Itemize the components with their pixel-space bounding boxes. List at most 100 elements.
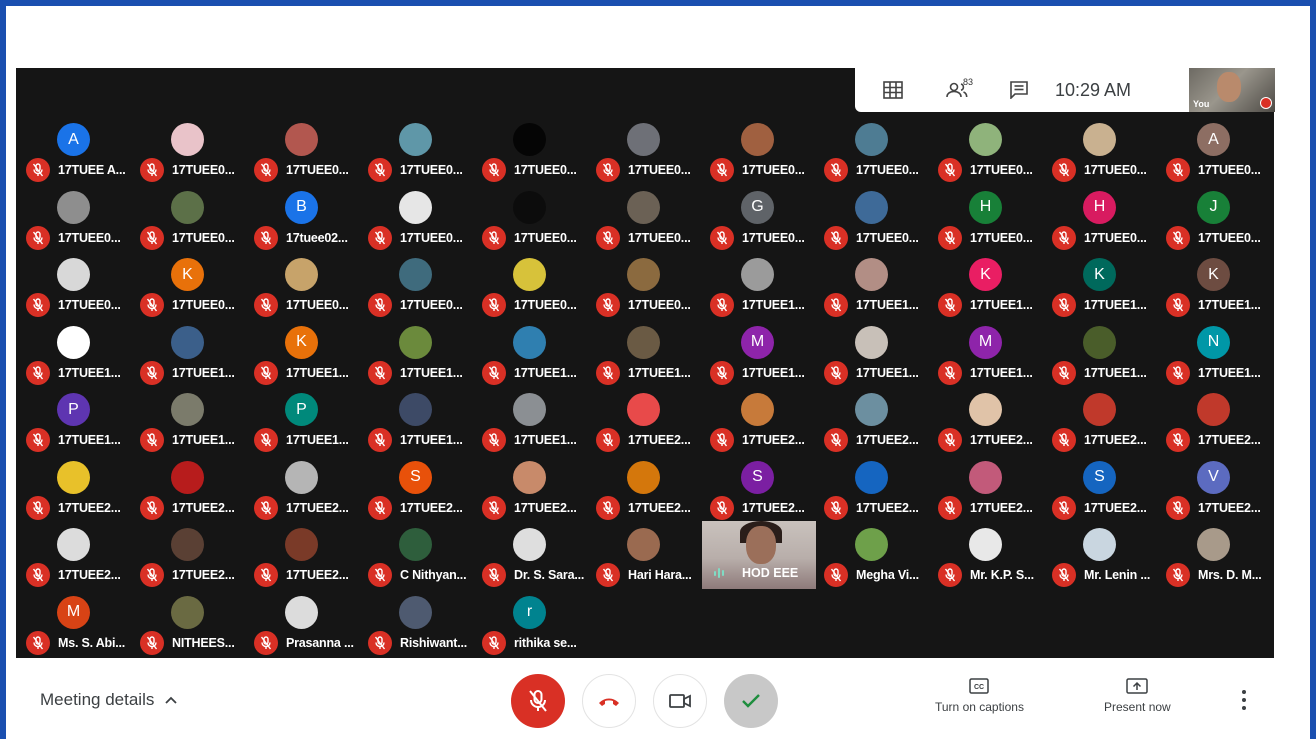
participant-tile[interactable]: Dr. S. Sara... — [472, 523, 586, 589]
participant-tile[interactable]: 17TUEE2... — [1156, 388, 1270, 454]
meeting-details-button[interactable]: Meeting details — [40, 690, 178, 710]
participant-tile[interactable]: M 17TUEE1... — [700, 321, 814, 387]
participant-tile[interactable]: 17TUEE2... — [814, 388, 928, 454]
participant-tile[interactable]: 17TUEE0... — [130, 186, 244, 252]
participant-tile[interactable]: V 17TUEE2... — [1156, 456, 1270, 522]
present-now-button[interactable]: Present now — [1104, 678, 1171, 714]
grid-icon[interactable] — [873, 68, 913, 112]
participant-tile[interactable]: 17TUEE0... — [472, 186, 586, 252]
participant-tile[interactable]: K 17TUEE1... — [928, 253, 1042, 319]
self-video-tile[interactable]: You — [1189, 68, 1275, 112]
participant-tile[interactable]: 17TUEE2... — [928, 388, 1042, 454]
participant-tile[interactable]: 17TUEE2... — [1042, 388, 1156, 454]
participant-tile[interactable]: 17TUEE1... — [358, 388, 472, 454]
participant-tile[interactable]: Hari Hara... — [586, 523, 700, 589]
participant-tile[interactable]: NITHEES... — [130, 591, 244, 657]
participant-tile[interactable]: 17TUEE0... — [700, 118, 814, 184]
participant-tile[interactable]: M Ms. S. Abi... — [16, 591, 130, 657]
participant-tile[interactable]: 17TUEE2... — [130, 456, 244, 522]
participant-name: Mrs. D. M... — [1198, 568, 1262, 582]
participant-tile[interactable]: 17TUEE0... — [586, 186, 700, 252]
participant-tile[interactable]: 17TUEE2... — [244, 523, 358, 589]
participant-tile[interactable]: 17TUEE0... — [586, 253, 700, 319]
participant-tile[interactable]: 17TUEE1... — [586, 321, 700, 387]
participant-tile[interactable]: 17TUEE2... — [928, 456, 1042, 522]
participant-tile[interactable]: Rishiwant... — [358, 591, 472, 657]
participant-tile[interactable]: S 17TUEE2... — [358, 456, 472, 522]
participant-tile[interactable]: 17TUEE0... — [472, 118, 586, 184]
participant-tile[interactable]: 17TUEE0... — [358, 253, 472, 319]
participant-tile[interactable]: 17TUEE1... — [358, 321, 472, 387]
participant-tile[interactable]: J 17TUEE0... — [1156, 186, 1270, 252]
avatar — [285, 123, 318, 156]
participant-tile[interactable]: 17TUEE0... — [472, 253, 586, 319]
leave-call-button[interactable] — [582, 674, 636, 728]
participant-tile[interactable]: 17TUEE0... — [244, 253, 358, 319]
participant-tile[interactable]: 17TUEE1... — [700, 253, 814, 319]
participant-tile[interactable]: A 17TUEE0... — [1156, 118, 1270, 184]
participant-tile[interactable]: 17TUEE1... — [472, 388, 586, 454]
participant-tile[interactable]: Mr. K.P. S... — [928, 523, 1042, 589]
participant-name: 17TUEE0... — [400, 298, 463, 312]
participant-tile[interactable]: H 17TUEE0... — [928, 186, 1042, 252]
chat-icon[interactable] — [999, 68, 1039, 112]
participant-tile[interactable]: 17TUEE2... — [586, 388, 700, 454]
participant-tile[interactable]: K 17TUEE1... — [1156, 253, 1270, 319]
participant-tile[interactable]: A 17TUEE A... — [16, 118, 130, 184]
participant-tile[interactable]: 17TUEE1... — [16, 321, 130, 387]
participant-tile[interactable]: 17TUEE0... — [814, 118, 928, 184]
participant-tile[interactable]: 17TUEE0... — [586, 118, 700, 184]
participant-tile[interactable]: Prasanna ... — [244, 591, 358, 657]
participant-tile[interactable]: 17TUEE0... — [1042, 118, 1156, 184]
participant-tile[interactable]: 17TUEE2... — [130, 523, 244, 589]
participant-tile[interactable]: 17TUEE1... — [130, 321, 244, 387]
participant-tile[interactable]: 17TUEE0... — [814, 186, 928, 252]
participant-tile[interactable]: r rithika se... — [472, 591, 586, 657]
participant-tile[interactable]: 17TUEE2... — [472, 456, 586, 522]
participant-tile[interactable]: 17TUEE2... — [586, 456, 700, 522]
participant-tile[interactable]: 17TUEE0... — [244, 118, 358, 184]
participant-tile[interactable]: 17TUEE1... — [130, 388, 244, 454]
mic-muted-icon — [1166, 563, 1190, 587]
more-options-icon[interactable] — [1234, 688, 1254, 712]
speaker-video-tile[interactable]: HOD EEE — [702, 521, 816, 589]
participant-tile[interactable]: N 17TUEE1... — [1156, 321, 1270, 387]
participant-tile[interactable]: 17TUEE0... — [358, 118, 472, 184]
confirm-button[interactable] — [724, 674, 778, 728]
participant-tile[interactable]: 17TUEE2... — [814, 456, 928, 522]
participant-tile[interactable]: 17TUEE0... — [358, 186, 472, 252]
participant-tile[interactable]: H 17TUEE0... — [1042, 186, 1156, 252]
participant-tile[interactable]: 17TUEE2... — [16, 456, 130, 522]
participant-tile[interactable]: P 17TUEE1... — [16, 388, 130, 454]
participant-tile[interactable]: 17TUEE1... — [1042, 321, 1156, 387]
participant-tile[interactable]: 17TUEE1... — [814, 253, 928, 319]
captions-button[interactable]: CC Turn on captions — [935, 678, 1024, 714]
participant-tile[interactable]: 17TUEE0... — [130, 118, 244, 184]
participant-tile[interactable]: K 17TUEE1... — [1042, 253, 1156, 319]
participant-tile[interactable]: 17TUEE1... — [472, 321, 586, 387]
participant-tile[interactable]: 17TUEE0... — [928, 118, 1042, 184]
participant-tile[interactable]: G 17TUEE0... — [700, 186, 814, 252]
participant-tile[interactable]: S 17TUEE2... — [1042, 456, 1156, 522]
participant-tile[interactable]: S 17TUEE2... — [700, 456, 814, 522]
avatar — [57, 190, 90, 224]
participant-tile[interactable]: K 17TUEE1... — [244, 321, 358, 387]
participant-tile[interactable]: Mr. Lenin ... — [1042, 523, 1156, 589]
participant-tile[interactable]: B 17tuee02... — [244, 186, 358, 252]
participant-tile[interactable]: P 17TUEE1... — [244, 388, 358, 454]
camera-toggle-button[interactable] — [653, 674, 707, 728]
participant-tile[interactable]: 17TUEE2... — [244, 456, 358, 522]
participant-tile[interactable]: 17TUEE0... — [16, 253, 130, 319]
participant-tile[interactable]: 17TUEE0... — [16, 186, 130, 252]
participant-tile[interactable]: 17TUEE1... — [814, 321, 928, 387]
participant-tile[interactable]: C Nithyan... — [358, 523, 472, 589]
mic-toggle-button[interactable] — [511, 674, 565, 728]
participant-tile[interactable]: K 17TUEE0... — [130, 253, 244, 319]
avatar — [399, 393, 432, 426]
people-icon[interactable]: 83 — [937, 68, 977, 112]
participant-tile[interactable]: 17TUEE2... — [700, 388, 814, 454]
participant-tile[interactable]: Mrs. D. M... — [1156, 523, 1270, 589]
participant-tile[interactable]: Megha Vi... — [814, 523, 928, 589]
participant-tile[interactable]: 17TUEE2... — [16, 523, 130, 589]
participant-tile[interactable]: M 17TUEE1... — [928, 321, 1042, 387]
